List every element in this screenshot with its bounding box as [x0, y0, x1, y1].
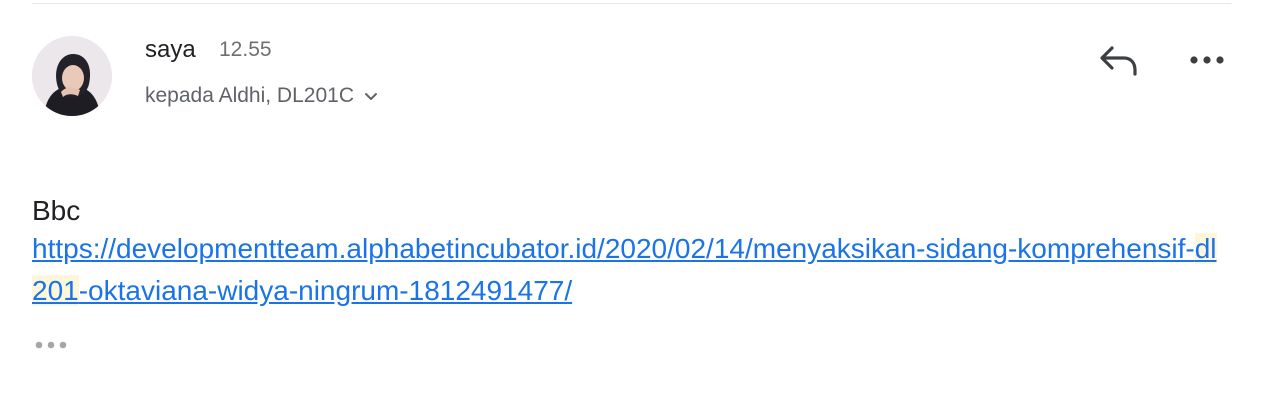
reply-icon	[1100, 46, 1137, 76]
sender-name: saya	[145, 36, 196, 63]
link-part-2: -oktaviana-widya-ningrum-1812491477/	[78, 275, 573, 306]
avatar-image	[32, 36, 112, 116]
show-trimmed-content-button[interactable]	[34, 338, 70, 352]
recipients-toggle[interactable]: kepada Aldhi, DL201C	[145, 84, 378, 108]
more-horizontal-icon	[1190, 56, 1224, 64]
trimmed-content-icon	[35, 341, 67, 349]
sender-avatar[interactable]	[32, 36, 112, 116]
more-options-button[interactable]	[1188, 50, 1228, 70]
email-body-text: Bbc	[32, 195, 81, 226]
top-divider	[32, 3, 1231, 4]
email-time: 12.55	[219, 38, 272, 61]
email-link[interactable]: https://developmentteam.alphabetincubato…	[32, 228, 1222, 312]
chevron-down-icon	[364, 84, 378, 108]
recipients-label: kepada Aldhi, DL201C	[145, 84, 354, 107]
reply-button[interactable]	[1098, 44, 1140, 78]
link-part-1: https://developmentteam.alphabetincubato…	[32, 233, 1195, 264]
